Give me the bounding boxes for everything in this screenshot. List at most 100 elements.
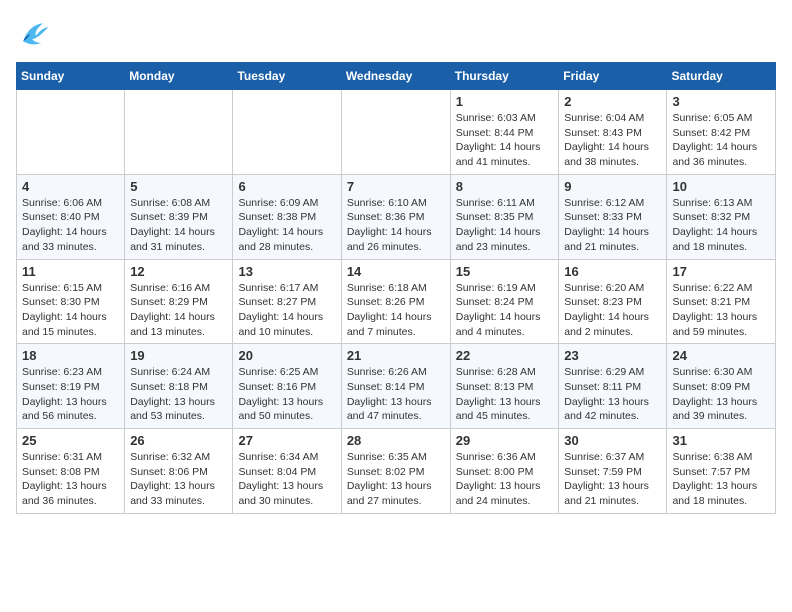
day-number: 3 bbox=[672, 94, 770, 109]
day-number: 25 bbox=[22, 433, 119, 448]
day-info: Sunrise: 6:13 AM Sunset: 8:32 PM Dayligh… bbox=[672, 196, 770, 255]
calendar-cell: 12 Sunrise: 6:16 AM Sunset: 8:29 PM Dayli… bbox=[125, 259, 233, 344]
weekday-header-friday: Friday bbox=[559, 63, 667, 90]
day-info: Sunrise: 6:11 AM Sunset: 8:35 PM Dayligh… bbox=[456, 196, 554, 255]
logo-icon bbox=[16, 16, 52, 52]
day-info: Sunrise: 6:17 AM Sunset: 8:27 PM Dayligh… bbox=[238, 281, 335, 340]
calendar-cell: 13 Sunrise: 6:17 AM Sunset: 8:27 PM Dayli… bbox=[233, 259, 341, 344]
calendar-cell: 20 Sunrise: 6:25 AM Sunset: 8:16 PM Dayli… bbox=[233, 344, 341, 429]
day-number: 17 bbox=[672, 264, 770, 279]
day-number: 6 bbox=[238, 179, 335, 194]
day-number: 1 bbox=[456, 94, 554, 109]
calendar-cell: 23 Sunrise: 6:29 AM Sunset: 8:11 PM Dayli… bbox=[559, 344, 667, 429]
weekday-header-wednesday: Wednesday bbox=[341, 63, 450, 90]
day-info: Sunrise: 6:23 AM Sunset: 8:19 PM Dayligh… bbox=[22, 365, 119, 424]
calendar-cell: 1 Sunrise: 6:03 AM Sunset: 8:44 PM Daylig… bbox=[450, 90, 559, 175]
day-number: 2 bbox=[564, 94, 661, 109]
calendar-cell: 31Sunrise: 6:38 AM Sunset: 7:57 PM Dayli… bbox=[667, 429, 776, 514]
day-info: Sunrise: 6:37 AM Sunset: 7:59 PM Dayligh… bbox=[564, 450, 661, 509]
calendar-cell bbox=[17, 90, 125, 175]
calendar-week-row: 25 Sunrise: 6:31 AM Sunset: 8:08 PM Dayli… bbox=[17, 429, 776, 514]
page-header bbox=[16, 16, 776, 52]
day-info: Sunrise: 6:36 AM Sunset: 8:00 PM Dayligh… bbox=[456, 450, 554, 509]
day-number: 28 bbox=[347, 433, 445, 448]
day-info: Sunrise: 6:26 AM Sunset: 8:14 PM Dayligh… bbox=[347, 365, 445, 424]
calendar-cell: 4Sunrise: 6:06 AM Sunset: 8:40 PM Daylig… bbox=[17, 174, 125, 259]
day-number: 9 bbox=[564, 179, 661, 194]
calendar-cell: 27Sunrise: 6:34 AM Sunset: 8:04 PM Dayli… bbox=[233, 429, 341, 514]
weekday-header-saturday: Saturday bbox=[667, 63, 776, 90]
calendar-cell: 19 Sunrise: 6:24 AM Sunset: 8:18 PM Dayli… bbox=[125, 344, 233, 429]
day-info: Sunrise: 6:25 AM Sunset: 8:16 PM Dayligh… bbox=[238, 365, 335, 424]
weekday-header-thursday: Thursday bbox=[450, 63, 559, 90]
calendar-week-row: 18 Sunrise: 6:23 AM Sunset: 8:19 PM Dayli… bbox=[17, 344, 776, 429]
day-number: 18 bbox=[22, 348, 119, 363]
day-info: Sunrise: 6:03 AM Sunset: 8:44 PM Dayligh… bbox=[456, 111, 554, 170]
day-number: 22 bbox=[456, 348, 554, 363]
day-number: 27 bbox=[238, 433, 335, 448]
day-number: 21 bbox=[347, 348, 445, 363]
calendar-cell: 25 Sunrise: 6:31 AM Sunset: 8:08 PM Dayli… bbox=[17, 429, 125, 514]
day-number: 10 bbox=[672, 179, 770, 194]
calendar-cell: 9 Sunrise: 6:12 AM Sunset: 8:33 PM Daylig… bbox=[559, 174, 667, 259]
day-info: Sunrise: 6:31 AM Sunset: 8:08 PM Dayligh… bbox=[22, 450, 119, 509]
day-info: Sunrise: 6:35 AM Sunset: 8:02 PM Dayligh… bbox=[347, 450, 445, 509]
day-info: Sunrise: 6:10 AM Sunset: 8:36 PM Dayligh… bbox=[347, 196, 445, 255]
day-info: Sunrise: 6:38 AM Sunset: 7:57 PM Dayligh… bbox=[672, 450, 770, 509]
day-number: 4 bbox=[22, 179, 119, 194]
weekday-header-monday: Monday bbox=[125, 63, 233, 90]
day-number: 12 bbox=[130, 264, 227, 279]
calendar-cell: 21 Sunrise: 6:26 AM Sunset: 8:14 PM Dayli… bbox=[341, 344, 450, 429]
day-number: 24 bbox=[672, 348, 770, 363]
day-info: Sunrise: 6:20 AM Sunset: 8:23 PM Dayligh… bbox=[564, 281, 661, 340]
day-info: Sunrise: 6:22 AM Sunset: 8:21 PM Dayligh… bbox=[672, 281, 770, 340]
logo bbox=[16, 16, 56, 52]
day-info: Sunrise: 6:12 AM Sunset: 8:33 PM Dayligh… bbox=[564, 196, 661, 255]
calendar-cell: 28 Sunrise: 6:35 AM Sunset: 8:02 PM Dayli… bbox=[341, 429, 450, 514]
calendar-cell: 7 Sunrise: 6:10 AM Sunset: 8:36 PM Daylig… bbox=[341, 174, 450, 259]
day-info: Sunrise: 6:04 AM Sunset: 8:43 PM Dayligh… bbox=[564, 111, 661, 170]
calendar-week-row: 4Sunrise: 6:06 AM Sunset: 8:40 PM Daylig… bbox=[17, 174, 776, 259]
day-info: Sunrise: 6:28 AM Sunset: 8:13 PM Dayligh… bbox=[456, 365, 554, 424]
calendar-cell: 2 Sunrise: 6:04 AM Sunset: 8:43 PM Daylig… bbox=[559, 90, 667, 175]
day-number: 26 bbox=[130, 433, 227, 448]
calendar-cell: 18 Sunrise: 6:23 AM Sunset: 8:19 PM Dayli… bbox=[17, 344, 125, 429]
day-info: Sunrise: 6:32 AM Sunset: 8:06 PM Dayligh… bbox=[130, 450, 227, 509]
day-number: 7 bbox=[347, 179, 445, 194]
calendar-cell: 30 Sunrise: 6:37 AM Sunset: 7:59 PM Dayli… bbox=[559, 429, 667, 514]
day-info: Sunrise: 6:08 AM Sunset: 8:39 PM Dayligh… bbox=[130, 196, 227, 255]
day-number: 5 bbox=[130, 179, 227, 194]
weekday-header-row: SundayMondayTuesdayWednesdayThursdayFrid… bbox=[17, 63, 776, 90]
day-number: 16 bbox=[564, 264, 661, 279]
day-info: Sunrise: 6:19 AM Sunset: 8:24 PM Dayligh… bbox=[456, 281, 554, 340]
day-number: 23 bbox=[564, 348, 661, 363]
calendar-cell: 22 Sunrise: 6:28 AM Sunset: 8:13 PM Dayli… bbox=[450, 344, 559, 429]
day-number: 15 bbox=[456, 264, 554, 279]
day-number: 19 bbox=[130, 348, 227, 363]
calendar-cell: 16 Sunrise: 6:20 AM Sunset: 8:23 PM Dayli… bbox=[559, 259, 667, 344]
day-number: 30 bbox=[564, 433, 661, 448]
calendar-cell: 29Sunrise: 6:36 AM Sunset: 8:00 PM Dayli… bbox=[450, 429, 559, 514]
calendar-cell bbox=[341, 90, 450, 175]
day-info: Sunrise: 6:29 AM Sunset: 8:11 PM Dayligh… bbox=[564, 365, 661, 424]
day-number: 14 bbox=[347, 264, 445, 279]
calendar-cell: 8Sunrise: 6:11 AM Sunset: 8:35 PM Daylig… bbox=[450, 174, 559, 259]
calendar-week-row: 11Sunrise: 6:15 AM Sunset: 8:30 PM Dayli… bbox=[17, 259, 776, 344]
day-info: Sunrise: 6:09 AM Sunset: 8:38 PM Dayligh… bbox=[238, 196, 335, 255]
calendar-cell: 15 Sunrise: 6:19 AM Sunset: 8:24 PM Dayli… bbox=[450, 259, 559, 344]
day-number: 13 bbox=[238, 264, 335, 279]
calendar-cell bbox=[125, 90, 233, 175]
day-info: Sunrise: 6:18 AM Sunset: 8:26 PM Dayligh… bbox=[347, 281, 445, 340]
day-info: Sunrise: 6:24 AM Sunset: 8:18 PM Dayligh… bbox=[130, 365, 227, 424]
day-number: 20 bbox=[238, 348, 335, 363]
day-info: Sunrise: 6:15 AM Sunset: 8:30 PM Dayligh… bbox=[22, 281, 119, 340]
day-info: Sunrise: 6:16 AM Sunset: 8:29 PM Dayligh… bbox=[130, 281, 227, 340]
calendar-cell bbox=[233, 90, 341, 175]
calendar-week-row: 1 Sunrise: 6:03 AM Sunset: 8:44 PM Daylig… bbox=[17, 90, 776, 175]
weekday-header-tuesday: Tuesday bbox=[233, 63, 341, 90]
calendar-table: SundayMondayTuesdayWednesdayThursdayFrid… bbox=[16, 62, 776, 514]
calendar-cell: 17 Sunrise: 6:22 AM Sunset: 8:21 PM Dayli… bbox=[667, 259, 776, 344]
day-info: Sunrise: 6:05 AM Sunset: 8:42 PM Dayligh… bbox=[672, 111, 770, 170]
calendar-cell: 24Sunrise: 6:30 AM Sunset: 8:09 PM Dayli… bbox=[667, 344, 776, 429]
calendar-cell: 5 Sunrise: 6:08 AM Sunset: 8:39 PM Daylig… bbox=[125, 174, 233, 259]
